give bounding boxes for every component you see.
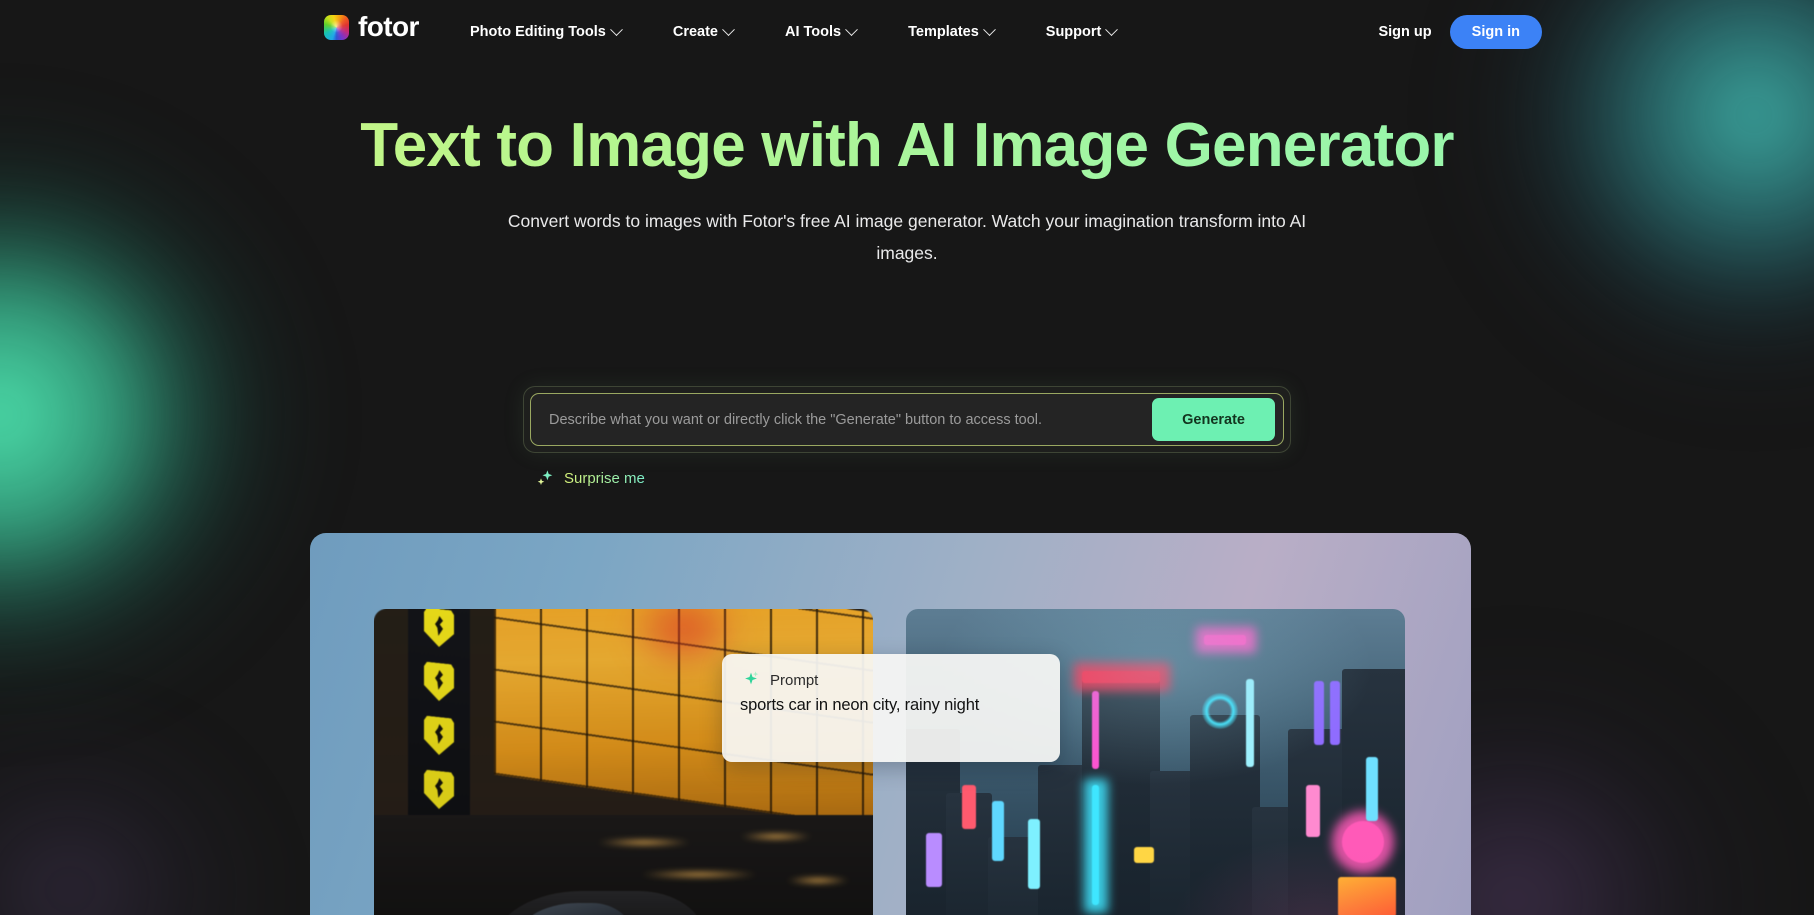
prompt-input-wrapper: Generate bbox=[530, 393, 1284, 446]
sign-up-link[interactable]: Sign up bbox=[1378, 24, 1431, 40]
brand-logo[interactable]: fotor bbox=[324, 13, 419, 41]
page-title: Text to Image with AI Image Generator bbox=[0, 108, 1814, 183]
nav-item-ai-tools[interactable]: AI Tools bbox=[785, 22, 858, 40]
page-root: fotor Photo Editing Tools Create AI Tool… bbox=[0, 0, 1814, 915]
surprise-row: Surprise me bbox=[523, 468, 1291, 488]
nav-item-support[interactable]: Support bbox=[1045, 22, 1119, 40]
nav-item-label: Create bbox=[672, 24, 718, 40]
showcase-card: Prompt sports car in neon city, rainy ni… bbox=[310, 533, 1471, 915]
chevron-down-icon bbox=[1105, 22, 1119, 36]
nav-item-label: Support bbox=[1045, 24, 1102, 40]
chevron-down-icon bbox=[722, 22, 735, 36]
prompt-callout-header: Prompt bbox=[740, 670, 1042, 690]
generate-button[interactable]: Generate bbox=[1152, 398, 1275, 441]
nav-item-label: AI Tools bbox=[785, 24, 842, 40]
prompt-input[interactable] bbox=[549, 394, 1147, 445]
sparkle-icon bbox=[537, 470, 553, 485]
site-header: fotor Photo Editing Tools Create AI Tool… bbox=[0, 0, 1814, 64]
nav-item-label: Photo Editing Tools bbox=[470, 24, 606, 40]
nav-item-label: Templates bbox=[908, 24, 979, 40]
auth-actions: Sign up Sign in bbox=[1378, 0, 1542, 64]
nav-item-create[interactable]: Create bbox=[672, 22, 735, 40]
surprise-me-label: Surprise me bbox=[564, 469, 645, 487]
nav-item-templates[interactable]: Templates bbox=[908, 22, 996, 40]
hero-section: Text to Image with AI Image Generator Co… bbox=[0, 108, 1814, 269]
chevron-down-icon bbox=[845, 22, 858, 36]
hero-subtitle: Convert words to images with Fotor's fre… bbox=[507, 211, 1307, 263]
sign-in-button[interactable]: Sign in bbox=[1449, 15, 1542, 49]
sparkle-icon bbox=[745, 671, 759, 685]
chevron-down-icon bbox=[609, 22, 623, 36]
brand-name: fotor bbox=[358, 11, 419, 42]
prompt-callout-card: Prompt sports car in neon city, rainy ni… bbox=[722, 654, 1060, 762]
main-nav: Photo Editing Tools Create AI Tools Temp… bbox=[470, 0, 1119, 64]
nav-item-photo-editing-tools[interactable]: Photo Editing Tools bbox=[470, 22, 623, 40]
prompt-callout-text: sports car in neon city, rainy night bbox=[740, 696, 980, 714]
chevron-down-icon bbox=[982, 22, 996, 36]
prompt-bar: Generate bbox=[523, 386, 1291, 453]
surprise-me-link[interactable]: Surprise me bbox=[535, 468, 645, 488]
background-glow-bottom-left bbox=[0, 700, 280, 915]
fotor-color-wheel-icon bbox=[324, 14, 349, 40]
prompt-callout-label: Prompt bbox=[770, 671, 819, 689]
